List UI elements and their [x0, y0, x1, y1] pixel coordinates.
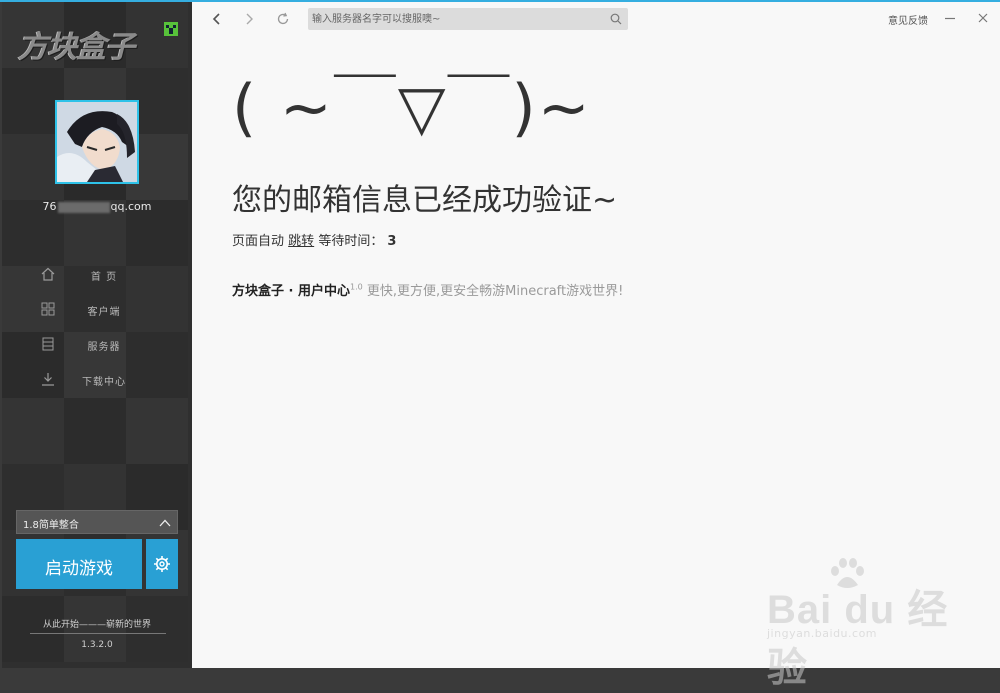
gear-icon [154, 556, 170, 572]
game-settings-button[interactable] [146, 539, 178, 589]
sidebar-nav: 首 页 客户端 服务器 下载中心 [2, 258, 192, 398]
search-input[interactable] [312, 11, 602, 27]
sidebar-item-label: 首 页 [90, 272, 118, 283]
app-window: 方块盒子 76 qq.com 首 页 客户端 服务器 下载中心 1.8简单整合 … [0, 0, 1000, 690]
sidebar-item-label: 服务器 [87, 342, 121, 353]
brand-tagline: 方块盒子 · 用户中心1.0 更快,更方便,更安全畅游Minecraft游戏世界… [232, 280, 623, 299]
launch-game-label: 启动游戏 [45, 559, 113, 579]
watermark-url: jingyan.baidu.com [767, 627, 878, 640]
verification-headline: 您的邮箱信息已经成功验证~ [232, 183, 618, 218]
close-icon[interactable] [975, 10, 991, 26]
sidebar-item-home[interactable]: 首 页 [2, 258, 192, 293]
sidebar-item-server[interactable]: 服务器 [2, 328, 192, 363]
sidebar-item-downloads[interactable]: 下载中心 [2, 363, 192, 398]
version-select-value: 1.8简单整合 [23, 520, 79, 531]
feedback-link[interactable]: 意见反馈 [888, 12, 928, 27]
user-email: 76 qq.com [2, 200, 192, 213]
toolbar: 意见反馈 [192, 2, 1000, 36]
launch-game-button[interactable]: 启动游戏 [16, 539, 142, 589]
redirect-notice: 页面自动 跳转 等待时间： 3 [232, 230, 396, 249]
creeper-icon [164, 22, 178, 36]
user-avatar[interactable] [55, 100, 139, 184]
version-select[interactable]: 1.8简单整合 [16, 510, 178, 534]
main-content: 意见反馈 ( ~￣▽￣)~ 您的邮箱信息已经成功验证~ 页面自动 跳转 等待时间… [192, 2, 1000, 690]
refresh-icon[interactable] [276, 12, 290, 26]
server-search [308, 8, 628, 30]
kaomoji: ( ~￣▽￣)~ [232, 71, 592, 144]
logo-text: 方块盒子 [18, 30, 135, 65]
brand-version: 1.0 [350, 282, 363, 292]
redirect-link[interactable]: 跳转 [288, 234, 314, 249]
search-icon[interactable] [610, 13, 622, 25]
brand-name: 方块盒子 · 用户中心 [232, 284, 350, 299]
sidebar: 方块盒子 76 qq.com 首 页 客户端 服务器 下载中心 1.8简单整合 … [2, 2, 192, 668]
app-version: 1.3.2.0 [81, 640, 113, 650]
baidu-watermark: Bai du 经验 jingyan.baidu.com [767, 557, 952, 690]
sidebar-item-label: 下载中心 [82, 377, 126, 388]
minimize-icon[interactable] [942, 10, 958, 26]
server-icon [42, 337, 54, 351]
sidebar-slogan: 从此开始———崭新的世界 [42, 620, 151, 630]
email-prefix: 76 [42, 200, 57, 213]
forward-icon[interactable] [242, 12, 256, 26]
tagline-text: 更快,更方便,更安全畅游Minecraft游戏世界! [366, 284, 624, 299]
wait-label: 等待时间： [318, 234, 384, 249]
redirect-text: 页面自动 [232, 234, 285, 249]
app-logo: 方块盒子 [18, 22, 178, 66]
countdown-value: 3 [387, 234, 397, 249]
sidebar-item-client[interactable]: 客户端 [2, 293, 192, 328]
download-icon [42, 373, 54, 386]
sidebar-item-label: 客户端 [87, 307, 121, 318]
email-redaction [57, 201, 110, 213]
home-icon [41, 267, 55, 281]
chevron-up-icon [159, 519, 171, 527]
divider [30, 633, 166, 634]
email-suffix: qq.com [110, 200, 152, 213]
back-icon[interactable] [210, 12, 224, 26]
grid-icon [41, 302, 55, 316]
